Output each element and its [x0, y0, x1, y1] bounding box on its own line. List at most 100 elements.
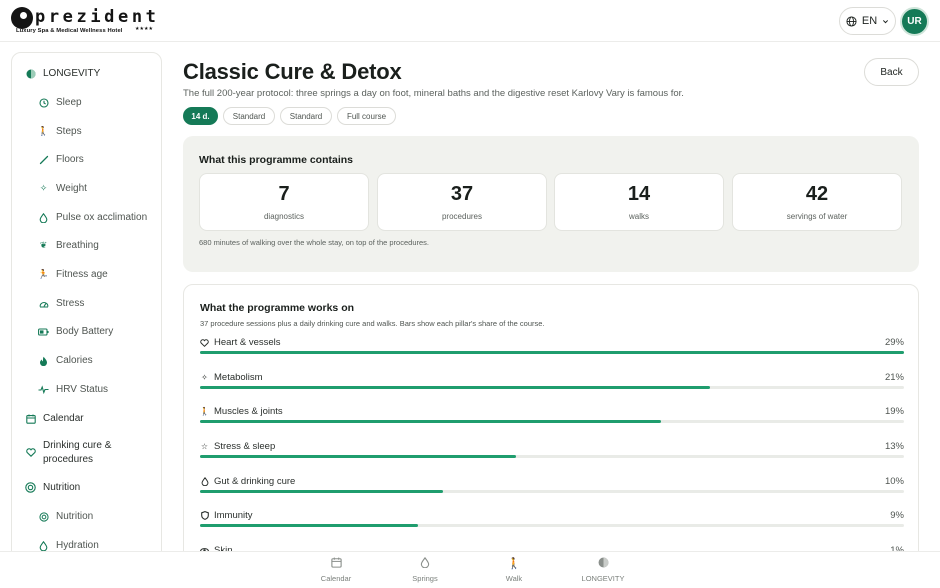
sidebar-item-hrv-status[interactable]: HRV Status: [38, 384, 108, 395]
droplet-icon: [38, 212, 49, 223]
bottom-nav-label: Calendar: [320, 574, 352, 583]
sidebar-item-sleep[interactable]: Sleep: [38, 97, 82, 108]
sidebar-item-label: Weight: [56, 183, 87, 194]
chip-option[interactable]: Standard: [223, 107, 275, 125]
pillar-row-gut: Gut & drinking cure 10%: [200, 476, 904, 498]
sidebar-item-weight[interactable]: ✧ Weight: [38, 183, 87, 194]
stat-value: 14: [627, 183, 651, 205]
droplet-icon: [38, 540, 49, 551]
walking-icon: 🚶: [37, 126, 50, 136]
stat-card-diagnostics: 7 diagnostics: [199, 173, 369, 231]
sidebar-item-label: Breathing: [56, 240, 99, 251]
stat-label: procedures: [441, 212, 483, 221]
chip-option[interactable]: Standard: [280, 107, 332, 125]
pillar-bar-fill: [200, 420, 662, 423]
sidebar-item-calories[interactable]: Calories: [38, 355, 93, 366]
sidebar-item-label: Calendar: [43, 413, 84, 424]
bottom-nav-longevity[interactable]: LONGEVITY: [563, 557, 643, 583]
pillar-label: Metabolism: [214, 372, 263, 383]
logo-stars: ★★★★: [135, 26, 153, 32]
stat-value: 7: [278, 183, 290, 205]
pillar-row-stress-sleep: ☆ Stress & sleep 13%: [200, 441, 904, 463]
battery-icon: [38, 326, 49, 337]
sidebar-item-fitness-age[interactable]: 🏃 Fitness age: [38, 269, 108, 280]
star-icon: ☆: [200, 442, 209, 451]
section-title: What the programme works on: [200, 302, 355, 314]
top-header: prezident Luxury Spa & Medical Wellness …: [0, 0, 940, 42]
sidebar-item-hydration[interactable]: Hydration: [38, 540, 99, 551]
brand-logo[interactable]: prezident Luxury Spa & Medical Wellness …: [11, 7, 156, 39]
pillar-bar-track: [200, 420, 904, 423]
droplet-icon: [385, 556, 465, 571]
stat-value: 42: [805, 183, 829, 205]
stat-card-water: 42 servings of water: [732, 173, 902, 231]
bottom-nav-springs[interactable]: Springs: [385, 556, 465, 583]
logo-tagline: Luxury Spa & Medical Wellness Hotel: [16, 28, 123, 34]
sidebar-item-breathing[interactable]: ❦ Breathing: [38, 240, 99, 251]
sidebar-item-label: Calories: [56, 355, 93, 366]
sidebar-item-body-battery[interactable]: Body Battery: [38, 326, 113, 337]
sidebar-item-pulse-ox[interactable]: Pulse ox acclimation: [38, 212, 147, 223]
sidebar-item-calendar[interactable]: Calendar: [25, 413, 84, 424]
stat-label: servings of water: [786, 212, 848, 221]
pillar-percent: 29%: [884, 337, 904, 348]
bottom-nav-label: Springs: [412, 574, 438, 583]
logo-wordmark: prezident: [35, 7, 160, 27]
pillar-bar-track: [200, 524, 904, 527]
walking-icon: 🚶: [507, 558, 521, 570]
pillar-label: Stress & sleep: [214, 441, 276, 452]
shield-icon: [200, 511, 209, 520]
pulse-icon: [38, 384, 49, 395]
pillar-bar-fill: [200, 455, 516, 458]
pillar-bar-track: [200, 386, 904, 389]
sidebar-item-floors[interactable]: Floors: [38, 154, 84, 165]
sidebar-item-label: Pulse ox acclimation: [56, 212, 148, 223]
sidebar-item-nutrition[interactable]: Nutrition: [25, 482, 80, 493]
chip-full-course[interactable]: Full course: [337, 107, 396, 125]
pillar-bar-track: [200, 455, 904, 458]
bottom-nav-calendar[interactable]: Calendar: [296, 557, 376, 583]
heart-icon: [25, 447, 36, 458]
sidebar-item-label: Nutrition: [43, 482, 81, 493]
sidebar-item-nutrition-sub[interactable]: Nutrition: [38, 511, 93, 522]
sidebar-nav: LONGEVITY Sleep 🚶 Steps Floors ✧ Weight …: [11, 52, 162, 572]
longevity-icon: [563, 557, 643, 571]
target-icon: [25, 482, 36, 493]
pillar-bar-track: [200, 490, 904, 493]
sidebar-item-label: Hydration: [56, 540, 99, 551]
sidebar-item-label: Fitness age: [56, 269, 108, 280]
running-icon: 🏃: [37, 269, 50, 279]
sidebar-item-label: HRV Status: [56, 384, 109, 395]
pillar-label: Gut & drinking cure: [214, 476, 296, 487]
works-on-note: 37 procedure sessions plus a daily drink…: [200, 319, 545, 328]
bottom-nav-walk[interactable]: 🚶 Walk: [474, 557, 554, 583]
language-selector[interactable]: EN: [839, 7, 896, 35]
pillar-percent: 21%: [884, 372, 904, 383]
sidebar-item-drinking-cure[interactable]: Drinking cure & procedures: [25, 439, 145, 467]
pillar-row-metabolism: ✧ Metabolism 21%: [200, 372, 904, 394]
pillar-percent: 9%: [890, 510, 904, 521]
stat-value: 37: [450, 183, 474, 205]
stairs-icon: [38, 154, 49, 165]
bottom-nav-label: LONGEVITY: [581, 574, 625, 583]
sleep-clock-icon: [38, 97, 49, 108]
bottom-nav: Calendar Springs 🚶 Walk LONGEVITY: [0, 551, 940, 588]
pillar-label: Muscles & joints: [214, 406, 283, 417]
target-icon: [38, 511, 49, 522]
calendar-icon: [25, 413, 36, 424]
chip-duration[interactable]: 14 d.: [183, 107, 218, 125]
sidebar-item-stress[interactable]: Stress: [38, 298, 84, 309]
pillar-row-heart: Heart & vessels 29%: [200, 337, 904, 359]
pillar-bar-fill: [200, 351, 904, 354]
lungs-icon: ❦: [39, 240, 48, 250]
section-title: What this programme contains: [199, 154, 354, 166]
pillar-row-muscles: 🚶 Muscles & joints 19%: [200, 406, 904, 428]
sidebar-item-longevity[interactable]: LONGEVITY: [25, 68, 100, 79]
sidebar-item-steps[interactable]: 🚶 Steps: [38, 126, 82, 137]
stat-card-walks: 14 walks: [554, 173, 724, 231]
globe-icon: [846, 15, 857, 27]
pillar-percent: 10%: [884, 476, 904, 487]
back-button[interactable]: Back: [864, 58, 919, 86]
user-avatar[interactable]: UR: [900, 7, 929, 36]
weight-icon: ✧: [39, 183, 48, 193]
